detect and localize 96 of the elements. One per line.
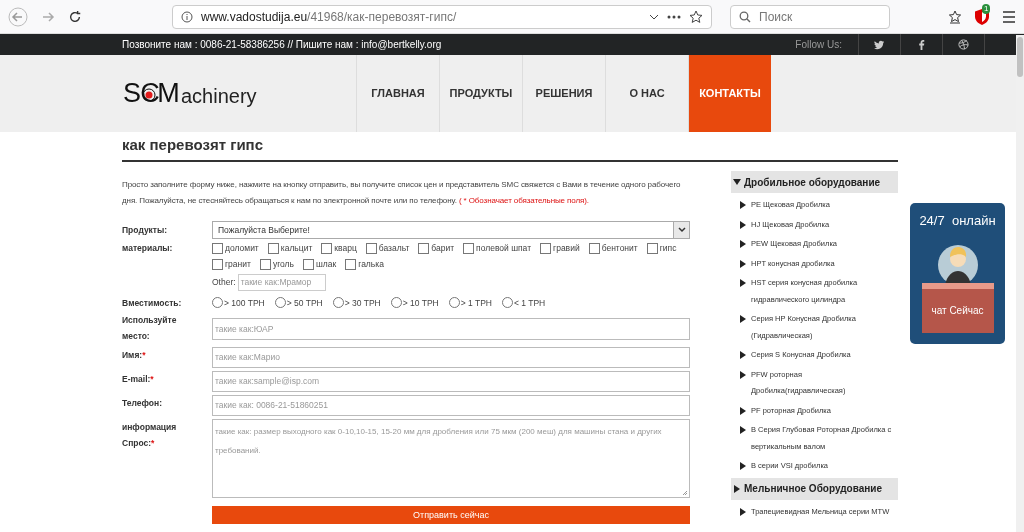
caret-right-icon bbox=[739, 351, 747, 359]
follow-label: Follow Us: bbox=[795, 38, 842, 52]
contact-text: Позвоните нам : 0086-21-58386256 // Пишите нам : info@bertkelly.org bbox=[122, 38, 442, 52]
caret-right-icon bbox=[733, 484, 741, 493]
radio-label: < 1 TPH bbox=[514, 296, 546, 310]
more-icon[interactable] bbox=[667, 14, 681, 19]
checkbox-label: уголь bbox=[272, 257, 295, 271]
back-icon[interactable] bbox=[8, 6, 28, 27]
intro-text: Просто заполните форму ниже, нажмите на кнопку отправить, вы получите список цен и представитель SMC свяжется с Вами в течение одного рабочего дня. Пожалуйста, не стесняйтесь обращаться к нам по электронной почте или по телефону. ( * Обозначает обязательные поля). bbox=[122, 179, 682, 207]
checkbox[interactable] bbox=[418, 242, 430, 254]
field-label: Используйте место: bbox=[122, 314, 178, 344]
submit-button[interactable]: Отправить сейчас bbox=[212, 506, 690, 525]
star-icon[interactable] bbox=[689, 9, 703, 24]
caret-right-icon bbox=[739, 426, 747, 434]
radio-label: > 50 TPH bbox=[286, 296, 323, 310]
radio-button[interactable] bbox=[390, 297, 402, 309]
radio-label: > 1 TPH bbox=[460, 296, 492, 310]
reload-icon[interactable] bbox=[68, 9, 82, 24]
radio-label: > 10 TPH bbox=[402, 296, 439, 310]
caret-right-icon bbox=[739, 315, 747, 323]
search-field[interactable]: Поиск bbox=[730, 4, 890, 29]
pocket-icon[interactable] bbox=[948, 9, 962, 24]
products-select[interactable]: Пожалуйста Выберите! bbox=[212, 221, 690, 239]
address-bar[interactable]: www.vadostudija.eu/41968/как-перевозят-гипс/ bbox=[172, 4, 712, 29]
checkbox[interactable] bbox=[212, 258, 223, 270]
checkbox-label: кварц bbox=[334, 242, 358, 255]
twitter-icon[interactable] bbox=[874, 39, 885, 50]
category-header[interactable]: Дробильное оборудование bbox=[731, 171, 898, 193]
nav-tab[interactable]: КОНТАКТЫ bbox=[688, 55, 771, 132]
caret-right-icon bbox=[739, 220, 747, 229]
menu-icon[interactable] bbox=[1002, 10, 1016, 23]
checkbox-label: кальцит bbox=[280, 242, 314, 255]
checkbox[interactable] bbox=[345, 258, 357, 270]
checkbox-label: барит bbox=[431, 242, 456, 255]
radio-button[interactable] bbox=[274, 297, 286, 309]
caret-right-icon bbox=[739, 462, 747, 470]
checkbox[interactable] bbox=[540, 242, 552, 254]
radio-button[interactable] bbox=[332, 297, 344, 309]
caret-right-icon bbox=[739, 406, 747, 415]
nav-tab[interactable]: ГЛАВНАЯ bbox=[356, 55, 439, 132]
checkbox[interactable] bbox=[267, 242, 279, 254]
chevron-down-icon bbox=[677, 227, 686, 233]
facebook-icon[interactable] bbox=[916, 39, 927, 50]
checkbox-label: гипс bbox=[659, 242, 678, 255]
radio-button[interactable] bbox=[448, 297, 460, 309]
nav-tab[interactable]: ПРОДУКТЫ bbox=[439, 55, 522, 132]
chat-button[interactable]: чат Сейчас bbox=[921, 282, 994, 333]
checkbox-label: полевой шпат bbox=[476, 242, 533, 255]
checkbox-label: гравий bbox=[553, 242, 581, 255]
checkbox[interactable] bbox=[463, 242, 475, 254]
checkbox[interactable] bbox=[321, 242, 333, 254]
chat-widget[interactable]: 24/7 онлайн чат Сейчас bbox=[910, 203, 1005, 344]
radio-label: > 30 TPH bbox=[344, 296, 381, 310]
field-label: Вместимость: bbox=[122, 296, 183, 310]
field-label: E-mail:* bbox=[122, 373, 155, 387]
url-text: www.vadostudija.eu/41968/как-перевозят-гипс/ bbox=[201, 8, 457, 26]
caret-right-icon bbox=[739, 201, 747, 209]
category-header[interactable]: Мельничное Оборудование bbox=[731, 477, 898, 500]
radio-button[interactable] bbox=[212, 297, 223, 309]
scrollbar-thumb[interactable] bbox=[1017, 37, 1023, 77]
caret-right-icon bbox=[739, 370, 747, 379]
checkbox-label: галька bbox=[358, 257, 385, 271]
radio-button[interactable] bbox=[502, 297, 513, 309]
other-label: Other: bbox=[212, 275, 236, 289]
field-label: Телефон: bbox=[122, 397, 163, 411]
checkbox[interactable] bbox=[365, 242, 377, 254]
page-title: как перевозят гипс bbox=[122, 134, 263, 155]
checkbox-label: базальт bbox=[378, 242, 411, 255]
caret-right-icon bbox=[739, 259, 747, 268]
checkbox[interactable] bbox=[303, 258, 314, 270]
field-label: Продукты: bbox=[122, 223, 169, 237]
checkbox-label: бентонит bbox=[601, 242, 639, 255]
field-label: информация Спрос:* bbox=[122, 421, 178, 451]
caret-right-icon bbox=[739, 279, 747, 287]
chat-title: 24/7 онлайн bbox=[919, 212, 996, 230]
checkbox-label: доломит bbox=[225, 242, 260, 255]
checkbox-label: гранит bbox=[225, 257, 252, 271]
field-label: Имя:* bbox=[122, 349, 147, 363]
radio-label: > 100 TPH bbox=[224, 296, 265, 310]
checkbox[interactable] bbox=[259, 258, 271, 270]
nav-tab[interactable]: РЕШЕНИЯ bbox=[522, 55, 605, 132]
dribbble-icon[interactable] bbox=[958, 39, 969, 50]
checkbox[interactable] bbox=[212, 242, 223, 254]
logo-dot-icon bbox=[142, 88, 157, 102]
search-icon bbox=[739, 10, 751, 23]
logo[interactable]: SCMachinery bbox=[123, 55, 356, 132]
checkbox[interactable] bbox=[588, 242, 600, 254]
info-icon[interactable] bbox=[181, 10, 193, 23]
checkbox-label: шлак bbox=[316, 257, 338, 271]
checkbox[interactable] bbox=[646, 242, 658, 254]
field-label: материалы: bbox=[122, 242, 174, 255]
caret-right-icon bbox=[739, 240, 747, 248]
caret-right-icon bbox=[739, 507, 747, 516]
notification-badge: 1 bbox=[982, 3, 991, 14]
caret-down-icon bbox=[733, 178, 741, 186]
resize-handle-icon[interactable] bbox=[682, 490, 688, 497]
